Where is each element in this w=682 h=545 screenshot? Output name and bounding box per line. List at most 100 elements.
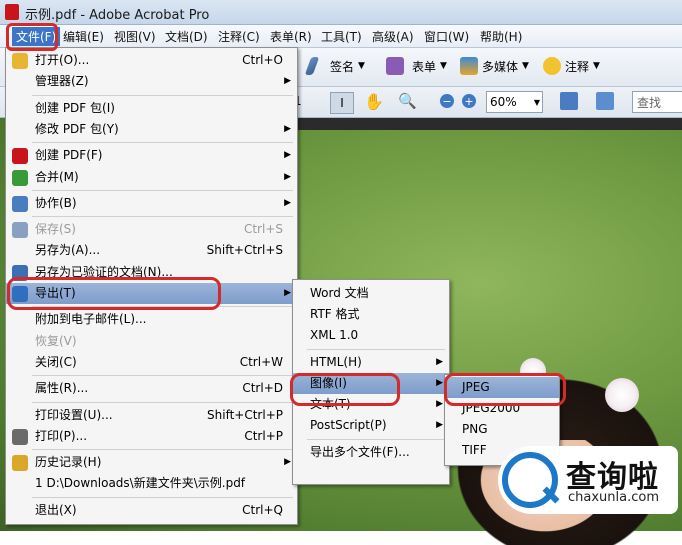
menubar-item-表单[interactable]: 表单(R) (270, 28, 312, 45)
select-tool-icon[interactable]: I (330, 92, 354, 114)
menu-separator (32, 94, 293, 96)
menu-item-label: HTML(H) (310, 355, 362, 369)
menubar-item-窗口[interactable]: 窗口(W) (424, 28, 469, 45)
photo-flower (605, 378, 639, 412)
menu-item-shortcut: Ctrl+O (242, 53, 283, 67)
menu-item-shortcut: Shift+Ctrl+P (207, 407, 283, 422)
menu-item-导出多个文件[interactable]: 导出多个文件(F)... (293, 442, 449, 463)
menu-separator (32, 216, 293, 218)
menu-item-label: 管理器(Z) (35, 74, 89, 89)
menu-item-创建-pdf-包[interactable]: 创建 PDF 包(I) (6, 98, 297, 119)
menubar-item-帮助[interactable]: 帮助(H) (480, 28, 522, 45)
menu-separator (32, 449, 293, 451)
menu-item-另存为[interactable]: 另存为(A)... Shift+Ctrl+S (6, 240, 297, 261)
comment-button[interactable]: 注释 ▼ (543, 57, 600, 75)
menu-item-label: 修改 PDF 包(Y) (35, 121, 119, 136)
watermark-url: chaxunla.com (568, 490, 659, 505)
submenu-arrow-icon: ▶ (436, 378, 443, 388)
zoom-select[interactable]: 60% ▼ (486, 91, 543, 113)
menubar-item-高级[interactable]: 高级(A) (372, 28, 414, 45)
zoom-tool-icon[interactable]: 🔍 (398, 92, 417, 110)
menu-item-属性[interactable]: 属性(R)... Ctrl+D (6, 378, 297, 399)
multimedia-icon (460, 57, 478, 75)
menu-separator (32, 375, 293, 377)
multimedia-button[interactable]: 多媒体 ▼ (460, 57, 529, 75)
menu-item-label: TIFF (462, 443, 487, 457)
menu-separator (307, 439, 445, 440)
history-icon (12, 455, 28, 472)
menu-item-协作[interactable]: 协作(B) ▶ (6, 193, 297, 214)
highlight-file-menu (6, 23, 58, 51)
menubar-item-注释[interactable]: 注释(C) (218, 28, 260, 45)
form-icon (386, 57, 404, 75)
menu-item-label: 打开(O)... (35, 53, 90, 67)
pen-icon (304, 57, 320, 75)
print-icon (12, 428, 28, 445)
menu-item-附加到电子邮件[interactable]: 附加到电子邮件(L)... (6, 309, 297, 330)
submenu-arrow-icon: ▶ (284, 197, 291, 208)
menu-item-退出[interactable]: 退出(X) Ctrl+Q (6, 500, 297, 521)
highlight-export-item (7, 277, 221, 310)
create-pdf-icon (12, 148, 28, 165)
menu-item-打印[interactable]: 打印(P)... Ctrl+P (6, 426, 297, 447)
menu-item-shortcut: Ctrl+W (239, 354, 283, 369)
fit-page-icon[interactable] (560, 92, 578, 110)
menu-item-打开[interactable]: 打开(O)... Ctrl+O (6, 50, 297, 71)
fit-width-icon[interactable] (596, 92, 614, 110)
menu-item-postscript[interactable]: PostScript(P) ▶ (293, 415, 449, 436)
menu-item-恢复: 恢复(V) (6, 331, 297, 352)
title-bar: 示例.pdf - Adobe Acrobat Pro (0, 0, 682, 25)
highlight-jpeg-item (444, 373, 566, 406)
menu-item-label: 另存为(A)... (35, 243, 101, 258)
menu-item-label: 历史记录(H) (35, 455, 102, 470)
menu-item-shortcut: Ctrl+Q (242, 502, 283, 517)
menu-item-关闭[interactable]: 关闭(C) Ctrl+W (6, 352, 297, 373)
menubar-item-编辑[interactable]: 编辑(E) (63, 28, 104, 45)
hand-tool-icon[interactable]: ✋ (364, 92, 384, 111)
menu-item-label: 导出多个文件(F)... (310, 445, 410, 459)
menu-item-shortcut: Ctrl+D (242, 381, 283, 396)
menu-item-word-文档[interactable]: Word 文档 (293, 283, 449, 304)
menu-item-label: 打印(P)... (35, 428, 88, 443)
submenu-arrow-icon: ▶ (284, 76, 291, 87)
menu-item-html[interactable]: HTML(H) ▶ (293, 352, 449, 373)
menu-item-打印设置[interactable]: 打印设置(U)... Shift+Ctrl+P (6, 405, 297, 426)
acrobat-app-icon (5, 4, 19, 20)
menubar-item-视图[interactable]: 视图(V) (114, 28, 156, 45)
menu-bar: 文件(F) 编辑(E) 视图(V) 文档(D) 注释(C) 表单(R) 工具(T) 高级(A)… (0, 25, 682, 48)
menu-item-创建-pdf[interactable]: 创建 PDF(F) ▶ (6, 145, 297, 166)
menu-item-label: 打印设置(U)... (35, 407, 113, 422)
menu-item-xml-1-0[interactable]: XML 1.0 (293, 325, 449, 346)
menu-separator (32, 142, 293, 144)
menu-item-label: 附加到电子邮件(L)... (35, 312, 147, 327)
menu-separator (32, 401, 293, 403)
zoom-out-icon[interactable]: − (440, 94, 454, 108)
menu-item-label: 保存(S) (35, 222, 76, 237)
sign-button[interactable]: 签名 ▼ (304, 57, 365, 75)
comment-icon (543, 57, 561, 75)
menu-item-修改-pdf-包[interactable]: 修改 PDF 包(Y) ▶ (6, 119, 297, 140)
menubar-item-文档[interactable]: 文档(D) (165, 28, 208, 45)
menu-item-png[interactable]: PNG (445, 419, 559, 440)
menu-item-历史记录[interactable]: 历史记录(H) ▶ (6, 452, 297, 473)
folder-icon (12, 53, 28, 69)
collaborate-icon (12, 195, 28, 212)
menu-item-管理器[interactable]: 管理器(Z) ▶ (6, 71, 297, 92)
menu-item-rtf-格式[interactable]: RTF 格式 (293, 304, 449, 325)
menu-item-shortcut: Ctrl+S (243, 222, 283, 237)
submenu-arrow-icon: ▶ (284, 150, 291, 161)
submenu-arrow-icon: ▶ (436, 357, 443, 367)
zoom-in-icon[interactable]: + (462, 94, 476, 108)
menu-item-合并[interactable]: 合并(M) ▶ (6, 167, 297, 188)
menu-item-label: 退出(X) (35, 502, 77, 517)
menu-item-1-d-downloads-新建文件夹-示例-pdf[interactable]: 1 D:\Downloads\新建文件夹\示例.pdf (6, 473, 297, 494)
menu-item-label: 属性(R)... (35, 381, 89, 396)
menu-item-label: 协作(B) (35, 195, 77, 210)
window-title: 示例.pdf - Adobe Acrobat Pro (25, 8, 210, 23)
combine-icon (12, 169, 28, 186)
find-input[interactable]: 查找 (632, 91, 682, 113)
menu-item-label: Word 文档 (310, 286, 369, 300)
submenu-arrow-icon: ▶ (284, 171, 291, 182)
forms-button[interactable]: 表单 ▼ (386, 57, 447, 75)
menubar-item-工具[interactable]: 工具(T) (321, 28, 362, 45)
